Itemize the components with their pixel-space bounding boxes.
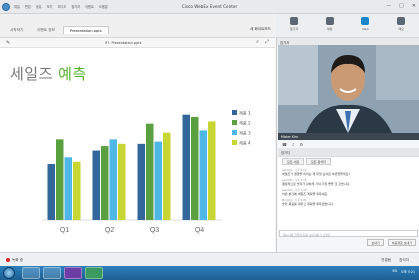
bar-q4-series-3: [199, 130, 207, 220]
bar-q3-series-2: [146, 123, 154, 220]
new-whiteboard-button[interactable]: 새 화이트보드: [250, 27, 271, 32]
phone-icon[interactable]: ☎: [282, 142, 287, 147]
bar-q3-series-3: [154, 141, 162, 220]
pen-icon[interactable]: ✎: [6, 40, 10, 46]
title-bar: 파일 편집 공유 보기 오디오 참가자 이벤트 도움말 Cisco WebEx …: [0, 0, 419, 14]
legend-swatch: [232, 140, 237, 145]
system-tray: EN 오후 5:21: [393, 269, 415, 274]
legend-swatch: [232, 120, 237, 125]
legend-label: 제품 3: [239, 130, 251, 137]
notes-tool[interactable]: 메모: [397, 17, 406, 37]
tab-quickstart[interactable]: 시작하기: [4, 26, 29, 34]
status-right: 연결됨 참석자: [381, 258, 409, 263]
send-private-button[interactable]: 비공개로 보내기: [387, 239, 416, 246]
qa-icon: [361, 17, 370, 25]
connection-status: 연결됨: [381, 257, 392, 262]
doc-navigation[interactable]: 97. Presentation.pptx: [105, 41, 141, 45]
chat-message: Lee Kim - 오후 5:15 결정적으로 숫자가 강하게 가야 가장 좋을 …: [282, 179, 351, 186]
bar-q4-series-2: [191, 116, 199, 220]
bar-q2-series-2: [101, 146, 109, 220]
zoom-controls: ⌕ ⤢: [256, 39, 269, 45]
settings-icon[interactable]: ⚙: [300, 142, 304, 147]
bar-q1-series-1: [47, 164, 55, 220]
bar-q1-series-3: [64, 157, 72, 220]
attendee-status: 참석자: [399, 257, 409, 262]
chat-tool[interactable]: 채팅: [325, 17, 334, 37]
notes-icon: [397, 17, 406, 25]
fullscreen-icon[interactable]: ⤢: [265, 39, 269, 45]
explorer-app-icon[interactable]: [43, 267, 61, 279]
tray-language[interactable]: EN: [393, 269, 397, 274]
qa-tool[interactable]: Q&A: [361, 17, 370, 37]
chat-icon: [325, 17, 334, 25]
start-button-icon[interactable]: [3, 267, 15, 279]
app-window: 파일 편집 공유 보기 오디오 참가자 이벤트 도움말 Cisco WebEx …: [0, 0, 419, 266]
x-tick-label: Q2: [105, 227, 114, 234]
video-feed: [278, 45, 419, 133]
bar-q1-series-4: [73, 161, 81, 220]
presentation-slide: 세일즈 예측 Q1 Q2 Q3 Q4 제품 1 제품 2 제품 3 제품 4: [0, 48, 275, 252]
legend-label: 제품 2: [239, 120, 251, 127]
chat-tabs: 모든 사람 모든 참석자: [278, 157, 419, 166]
bar-q3-series-1: [137, 143, 145, 220]
webex-app-icon[interactable]: [85, 267, 103, 279]
right-panel: 참가자 Mister Kim ☎ ♪ ⚙ 참가자 모든 사람 모든 참석자 Le…: [276, 38, 419, 252]
send-button[interactable]: 보내기: [367, 239, 384, 246]
maximize-button[interactable]: □: [399, 3, 404, 9]
taskbar: EN 오후 5:21: [0, 266, 419, 280]
doc-tabs: 시작하기 이벤트 정보 Presentation.pptx: [4, 26, 109, 34]
close-button[interactable]: ✕: [412, 3, 416, 9]
panel-toolbar: 참가자 채팅 Q&A 메모: [276, 14, 419, 38]
legend-label: 제품 4: [239, 140, 251, 147]
bar-q2-series-3: [109, 139, 117, 220]
zoom-icon[interactable]: ⌕: [256, 39, 259, 45]
record-icon: [6, 258, 10, 262]
chat-message: Min Kim - 오후 5:20 숫자 목표를 세우고 계획을 세우겠습니다.: [282, 199, 334, 206]
x-tick-label: Q4: [195, 227, 204, 234]
ie-app-icon[interactable]: [22, 267, 40, 279]
tray-clock: 오후 5:21: [400, 270, 415, 274]
bar-q2-series-1: [92, 150, 100, 220]
video-controls: ☎ ♪ ⚙: [278, 140, 419, 148]
x-tick-label: Q3: [150, 227, 159, 234]
window-title: Cisco WebEx Event Center: [181, 4, 238, 9]
document-bar: ✎ 97. Presentation.pptx ⌕ ⤢: [0, 38, 275, 48]
minimize-button[interactable]: —: [386, 3, 391, 9]
bar-q1-series-2: [56, 139, 64, 220]
chat-send-row: 보내기 비공개로 보내기: [279, 239, 418, 246]
toolbar: 시작하기 이벤트 정보 Presentation.pptx 새 화이트보드: [0, 14, 275, 38]
bar-q4-series-1: [182, 114, 190, 220]
chat-panel: 모든 사람 모든 참석자 Lee Kim - 오후 5:11 세일즈가 영향을 미…: [278, 156, 419, 230]
tab-presentation[interactable]: Presentation.pptx: [62, 26, 109, 34]
people-icon: [289, 17, 298, 25]
panel-header: 참가자: [277, 38, 419, 45]
recording-indicator[interactable]: 녹화 중: [6, 258, 23, 263]
x-tick-label: Q1: [60, 227, 69, 234]
visual-studio-app-icon[interactable]: [64, 267, 82, 279]
chat-tab-attendees[interactable]: 모든 참석자: [306, 158, 331, 165]
sales-chart: Q1 Q2 Q3 Q4 제품 1 제품 2 제품 3 제품 4: [42, 110, 251, 234]
legend-label: 제품 1: [239, 110, 251, 117]
participants-bar[interactable]: 참가자: [278, 148, 419, 156]
status-bar: 녹화 중 연결됨 참석자: [0, 252, 419, 266]
window-controls: — □ ✕: [386, 3, 416, 9]
participants-tool[interactable]: 참가자: [290, 17, 298, 37]
legend-swatch: [232, 130, 237, 135]
bar-q2-series-4: [118, 143, 126, 220]
presenter-video: [278, 45, 419, 133]
chat-message: Lee Kim - 오후 5:11 세일즈가 영향을 미치는 게 무엇 순서로 바…: [282, 169, 351, 176]
mic-icon[interactable]: ♪: [292, 142, 295, 147]
bar-q4-series-4: [208, 121, 216, 220]
chat-message: Lee Kim - 오후 5:18 이번 분기에 세일즈 계획을 세우세요.: [282, 189, 329, 196]
legend-swatch: [232, 110, 237, 115]
video-name-label: Mister Kim: [278, 133, 419, 140]
chat-input[interactable]: 메시지를 입력한 다음 보내기를 누르세요: [279, 230, 418, 237]
tab-event-info[interactable]: 이벤트 정보: [31, 26, 61, 34]
bar-q3-series-4: [163, 132, 171, 220]
chat-tab-everyone[interactable]: 모든 사람: [282, 158, 304, 165]
